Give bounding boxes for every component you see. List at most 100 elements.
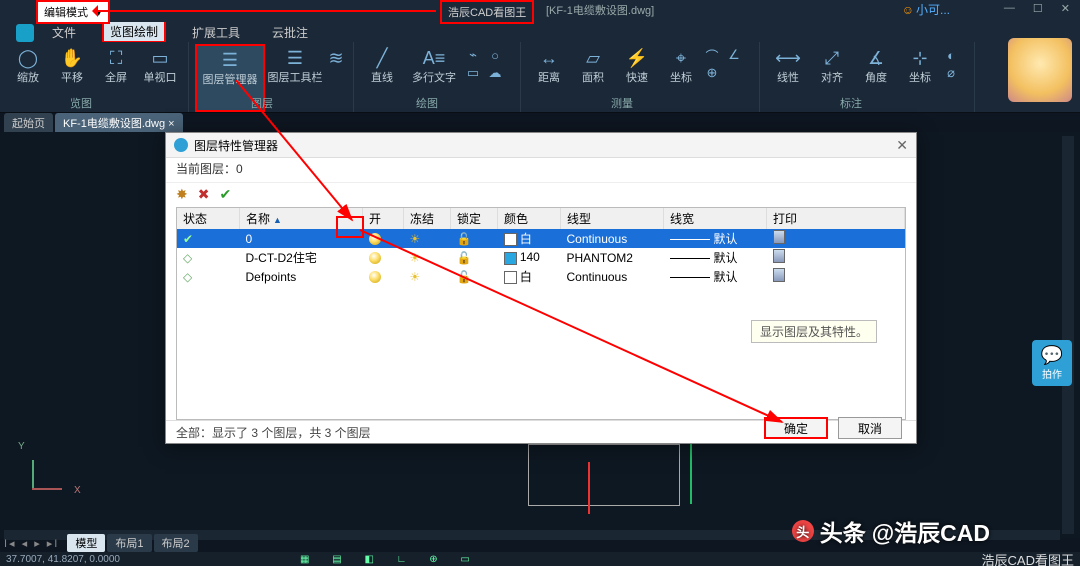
tab-current-doc[interactable]: KF-1电缆敷设图.dwg × <box>55 113 183 133</box>
plot-icon[interactable] <box>773 249 785 263</box>
distance-button[interactable]: ↔距离 <box>527 44 571 112</box>
layer-toolbar-button[interactable]: ☰图层工具栏 <box>265 44 325 112</box>
zoom-button[interactable]: ◯缩放 <box>6 44 50 112</box>
bulb-icon[interactable] <box>369 271 381 283</box>
angle-measure-icon[interactable]: ∠ <box>725 48 743 62</box>
menu-file[interactable]: 文件 <box>46 23 82 42</box>
menu-bar: 文件 览图绘制 扩展工具 云批注 <box>0 22 1080 42</box>
distance-icon: ↔ <box>537 46 561 70</box>
side-action-button[interactable]: 💬拍作 <box>1032 340 1072 386</box>
drawing-entity <box>588 462 590 514</box>
diameter-icon[interactable]: ⌀ <box>942 66 960 80</box>
maximize-button[interactable]: ☐ <box>1033 2 1043 15</box>
lineweight-cell[interactable]: 默认 <box>664 229 767 248</box>
dim-linear-button[interactable]: ⟷线性 <box>766 44 810 112</box>
document-filename: [KF-1电缆敷设图.dwg] <box>546 2 654 18</box>
lock-icon[interactable]: 🔓 <box>457 232 472 246</box>
group-draw-label: 绘图 <box>416 95 438 111</box>
dialog-toolbar: ✸ ✖ ✔ <box>166 183 916 205</box>
status-bar: 37.7007, 41.8207, 0.0000 ▦ ▤ ◧ ∟ ⊕ ▭ 浩辰C… <box>0 552 1080 566</box>
dialog-titlebar[interactable]: 图层特性管理器 ✕ <box>166 133 916 158</box>
layer-name: Defpoints <box>240 267 363 286</box>
user-avatar[interactable] <box>1008 38 1072 102</box>
status-right: 浩辰CAD看图王 <box>982 550 1074 566</box>
tab-close-icon[interactable]: × <box>168 118 174 130</box>
menu-cloud-annot[interactable]: 云批注 <box>266 23 314 42</box>
layout-1[interactable]: 布局1 <box>107 534 151 552</box>
layout-model[interactable]: 模型 <box>67 534 105 552</box>
layer-row[interactable]: ◇Defpoints☀🔓 白Continuous默认 <box>177 267 905 286</box>
lock-icon[interactable]: 🔓 <box>457 270 472 284</box>
color-swatch[interactable] <box>504 233 517 246</box>
dialog-close-button[interactable]: ✕ <box>896 137 908 154</box>
mode-dropdown[interactable]: 编辑模式▾ <box>36 0 110 24</box>
state-icon: ◇ <box>183 251 192 265</box>
freeze-icon[interactable]: ☀ <box>410 232 421 246</box>
line-icon: ╱ <box>370 46 394 70</box>
freeze-icon[interactable]: ☀ <box>410 270 421 284</box>
color-swatch[interactable] <box>504 271 517 284</box>
status-toggles[interactable]: ▦ ▤ ◧ ∟ ⊕ ▭ <box>300 554 480 565</box>
minimize-button[interactable]: — <box>1004 2 1015 15</box>
arc-measure-icon[interactable]: ⌒ <box>703 48 721 62</box>
vertical-scrollbar[interactable] <box>1062 136 1074 534</box>
user-chip[interactable]: ☺小可... <box>902 1 950 18</box>
menu-extensions[interactable]: 扩展工具 <box>186 23 246 42</box>
id-point-icon[interactable]: ⊕ <box>703 66 721 80</box>
lineweight-cell[interactable]: 默认 <box>664 248 767 267</box>
annotation-highlight-on <box>336 216 364 238</box>
state-icon: ✔ <box>183 232 193 246</box>
dialog-icon <box>174 138 188 152</box>
layer-name: D-CT-D2住宅 <box>240 248 363 267</box>
group-measure-label: 测量 <box>611 95 633 111</box>
axis-x-label: X <box>74 485 81 496</box>
ok-button[interactable]: 确定 <box>764 417 828 439</box>
cancel-button[interactable]: 取消 <box>838 417 902 439</box>
linetype-cell[interactable]: Continuous <box>561 229 664 248</box>
bulb-icon[interactable] <box>369 252 381 264</box>
axis-y-label: Y <box>18 441 25 452</box>
layers-more-button[interactable]: ≋ <box>325 44 347 112</box>
viewport-button[interactable]: ▭单视口 <box>138 44 182 112</box>
plot-icon[interactable] <box>773 268 785 282</box>
layer-manager-dialog: 图层特性管理器 ✕ 当前图层：0 ✸ ✖ ✔ 状态 名称▲ 开 冻结 锁定 颜色… <box>165 132 917 444</box>
dialog-title: 图层特性管理器 <box>194 137 278 154</box>
cloud-icon[interactable]: ☁ <box>486 66 504 80</box>
layer-row[interactable]: ◇D-CT-D2住宅☀🔓 140PHANTOM2默认 <box>177 248 905 267</box>
area-icon: ▱ <box>581 46 605 70</box>
menu-view-draw[interactable]: 览图绘制 <box>102 20 166 43</box>
ucs-icon <box>32 454 68 490</box>
dim-linear-icon: ⟷ <box>776 46 800 70</box>
dim-ord-button[interactable]: ⊹坐标 <box>898 44 942 112</box>
viewport-icon: ▭ <box>148 46 172 70</box>
line-button[interactable]: ╱直线 <box>360 44 404 112</box>
delete-layer-button[interactable]: ✖ <box>198 186 210 203</box>
radius-icon[interactable]: ◐ <box>942 48 960 62</box>
fullscreen-button[interactable]: ⛶全屏 <box>94 44 138 112</box>
linetype-cell[interactable]: PHANTOM2 <box>561 248 664 267</box>
layout-2[interactable]: 布局2 <box>154 534 198 552</box>
freeze-icon[interactable]: ☀ <box>410 251 421 265</box>
layers-icon: ☰ <box>218 48 242 72</box>
tab-start-page[interactable]: 起始页 <box>4 113 53 133</box>
bulb-icon[interactable] <box>369 233 381 245</box>
layer-grid[interactable]: 状态 名称▲ 开 冻结 锁定 颜色 线型 线宽 打印 ✔0☀🔓 白Continu… <box>176 207 906 420</box>
close-button[interactable]: ✕ <box>1061 2 1070 15</box>
coords-readout: 37.7007, 41.8207, 0.0000 <box>6 554 120 565</box>
layout-nav-buttons[interactable]: I◂ ◂ ▸ ▸I <box>4 537 59 550</box>
layer-row[interactable]: ✔0☀🔓 白Continuous默认 <box>177 229 905 248</box>
lineweight-cell[interactable]: 默认 <box>664 267 767 286</box>
new-layer-button[interactable]: ✸ <box>176 186 188 203</box>
lock-icon[interactable]: 🔓 <box>457 251 472 265</box>
plot-icon[interactable] <box>773 230 785 244</box>
rect-icon[interactable]: ▭ <box>464 66 482 80</box>
set-current-button[interactable]: ✔ <box>219 186 231 203</box>
linetype-cell[interactable]: Continuous <box>561 267 664 286</box>
area-button[interactable]: ▱面积 <box>571 44 615 112</box>
coord-button[interactable]: ⌖坐标 <box>659 44 703 112</box>
grid-header-row[interactable]: 状态 名称▲ 开 冻结 锁定 颜色 线型 线宽 打印 <box>177 208 905 229</box>
circle-icon[interactable]: ○ <box>486 48 504 62</box>
color-swatch[interactable] <box>504 252 517 265</box>
polyline-icon[interactable]: ⌁ <box>464 48 482 62</box>
watermark: 头 头条 @浩辰CAD <box>792 514 990 548</box>
